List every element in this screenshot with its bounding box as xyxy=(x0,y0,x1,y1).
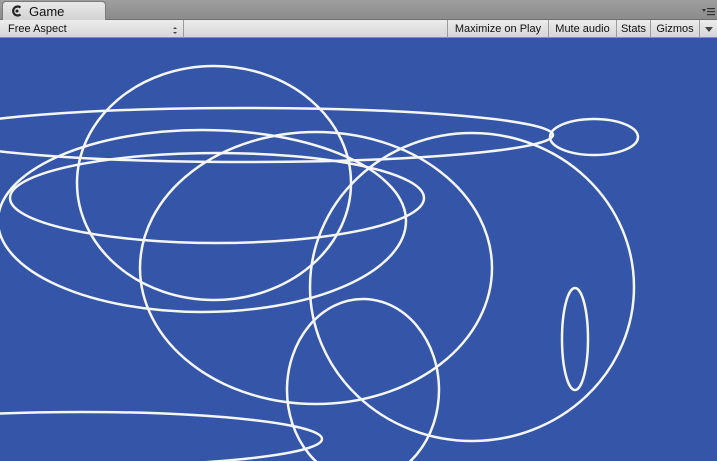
gizmos-button[interactable]: Gizmos xyxy=(650,20,699,38)
scene-ellipse xyxy=(308,131,636,443)
tab-game[interactable]: Game xyxy=(2,1,106,20)
scene-ellipse xyxy=(75,64,353,302)
scene-ellipse xyxy=(0,410,324,461)
game-controller-icon xyxy=(9,3,25,19)
aspect-dropdown-label: Free Aspect xyxy=(8,23,67,35)
scene-ellipse xyxy=(138,130,494,406)
tab-bar: Game xyxy=(0,0,717,20)
maximize-on-play-button[interactable]: Maximize on Play xyxy=(447,20,548,38)
chevron-down-icon xyxy=(704,27,713,32)
scene-ellipse xyxy=(560,286,590,392)
gizmos-dropdown-arrow[interactable] xyxy=(699,20,717,38)
scene-render xyxy=(0,64,640,461)
game-toolbar: Free Aspect Maximize on Play Mute audio … xyxy=(0,20,717,38)
aspect-dropdown[interactable]: Free Aspect xyxy=(0,20,184,38)
game-viewport[interactable] xyxy=(0,38,717,461)
stats-button[interactable]: Stats xyxy=(616,20,650,38)
mute-audio-button[interactable]: Mute audio xyxy=(548,20,616,38)
scene-ellipse xyxy=(8,151,426,245)
scene-ellipse xyxy=(548,117,640,157)
tab-game-label: Game xyxy=(29,3,65,19)
dropdown-arrow-icon xyxy=(170,24,180,34)
window-menu-icon[interactable] xyxy=(701,5,715,17)
